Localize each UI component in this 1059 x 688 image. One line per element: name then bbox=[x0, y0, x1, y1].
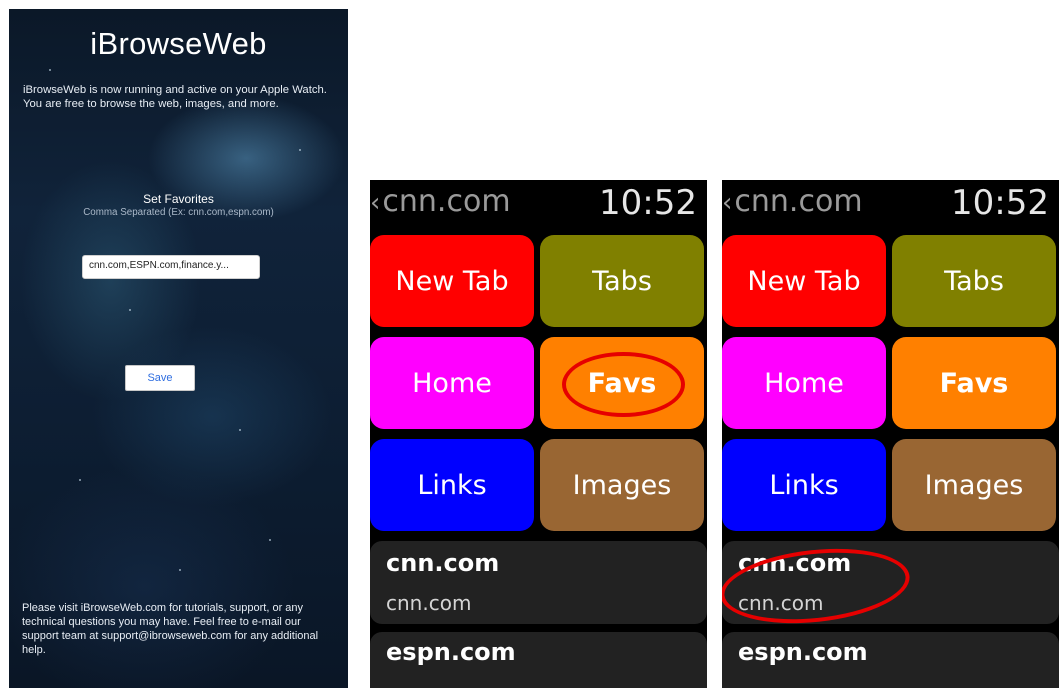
app-title: iBrowseWeb bbox=[90, 26, 267, 61]
back-button[interactable]: ‹cnn.com bbox=[370, 184, 511, 219]
favorite-item-cnn[interactable]: cnn.com cnn.com bbox=[370, 541, 707, 624]
favs-button[interactable]: Favs bbox=[892, 337, 1056, 429]
phone-settings-screen: iBrowseWeb iBrowseWeb is now running and… bbox=[9, 9, 348, 688]
links-button[interactable]: Links bbox=[370, 439, 534, 531]
back-button[interactable]: ‹cnn.com bbox=[722, 184, 863, 219]
clock-time: 10:52 bbox=[599, 183, 697, 223]
images-button[interactable]: Images bbox=[540, 439, 704, 531]
favorites-input[interactable]: cnn.com,ESPN.com,finance.y... bbox=[82, 255, 260, 279]
favorite-title: espn.com bbox=[738, 638, 868, 666]
home-button[interactable]: Home bbox=[370, 337, 534, 429]
star-dot bbox=[299, 149, 301, 151]
favorites-heading: Set Favorites bbox=[143, 192, 214, 206]
favorite-item-espn[interactable]: espn.com bbox=[722, 632, 1059, 688]
favorite-item-cnn[interactable]: cnn.com cnn.com bbox=[722, 541, 1059, 624]
links-button[interactable]: Links bbox=[722, 439, 886, 531]
favs-button[interactable]: Favs bbox=[540, 337, 704, 429]
chevron-left-icon: ‹ bbox=[370, 188, 381, 218]
images-button[interactable]: Images bbox=[892, 439, 1056, 531]
favorite-title: cnn.com bbox=[738, 549, 852, 577]
star-dot bbox=[49, 69, 51, 71]
watch-screen-favs-highlight: ‹cnn.com 10:52 New Tab Tabs Home Favs Li… bbox=[370, 180, 707, 688]
favorite-url: cnn.com bbox=[738, 591, 824, 615]
new-tab-button[interactable]: New Tab bbox=[722, 235, 886, 327]
new-tab-button[interactable]: New Tab bbox=[370, 235, 534, 327]
back-label: cnn.com bbox=[382, 184, 511, 219]
favorites-hint: Comma Separated (Ex: cnn.com,espn.com) bbox=[83, 207, 274, 218]
home-button[interactable]: Home bbox=[722, 337, 886, 429]
favorite-title: cnn.com bbox=[386, 549, 500, 577]
watch-screen-item-highlight: ‹cnn.com 10:52 New Tab Tabs Home Favs Li… bbox=[722, 180, 1059, 688]
back-label: cnn.com bbox=[734, 184, 863, 219]
favorite-item-espn[interactable]: espn.com bbox=[370, 632, 707, 688]
star-dot bbox=[239, 429, 241, 431]
support-footer-text: Please visit iBrowseWeb.com for tutorial… bbox=[22, 602, 319, 656]
intro-text: iBrowseWeb is now running and active on … bbox=[23, 84, 327, 110]
watch-top-bar: ‹cnn.com 10:52 bbox=[722, 180, 1059, 226]
favorite-title: espn.com bbox=[386, 638, 516, 666]
chevron-left-icon: ‹ bbox=[722, 188, 733, 218]
tabs-button[interactable]: Tabs bbox=[540, 235, 704, 327]
star-dot bbox=[129, 309, 131, 311]
clock-time: 10:52 bbox=[951, 183, 1049, 223]
star-dot bbox=[179, 569, 181, 571]
watch-top-bar: ‹cnn.com 10:52 bbox=[370, 180, 707, 226]
star-dot bbox=[269, 539, 271, 541]
star-dot bbox=[79, 479, 81, 481]
save-button[interactable]: Save bbox=[125, 365, 195, 391]
favorite-url: cnn.com bbox=[386, 591, 472, 615]
tabs-button[interactable]: Tabs bbox=[892, 235, 1056, 327]
